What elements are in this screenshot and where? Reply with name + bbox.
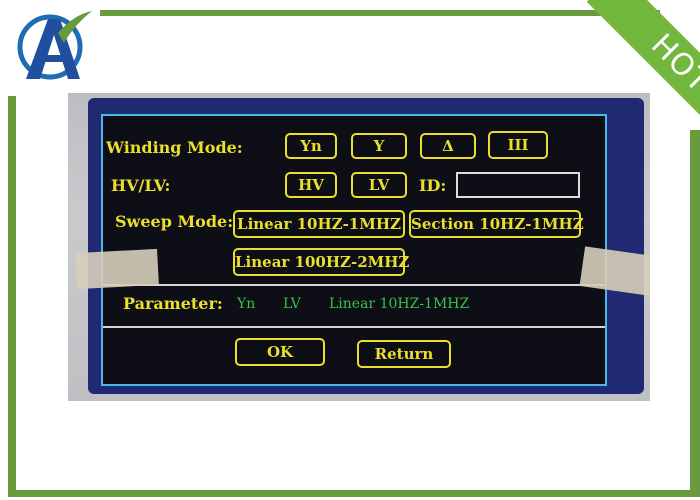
parameter-side-value: LV: [283, 296, 301, 312]
winding-iii-button[interactable]: III: [488, 131, 548, 159]
frame-left-border: [8, 96, 16, 496]
hv-lv-label: HV/LV:: [111, 176, 171, 195]
sweep-mode-label: Sweep Mode:: [115, 212, 234, 231]
parameter-winding-value: Yn: [237, 296, 256, 312]
parameter-label: Parameter:: [123, 294, 223, 313]
parameter-sweep-value: Linear 10HZ-1MHZ: [329, 296, 470, 312]
lv-button[interactable]: LV: [351, 172, 407, 198]
winding-mode-label: Winding Mode:: [106, 138, 243, 157]
id-input[interactable]: [456, 172, 580, 198]
device-photo: Winding Mode: Yn Y Δ III HV/LV: HV LV ID…: [68, 93, 650, 401]
winding-yn-button[interactable]: Yn: [285, 133, 337, 159]
divider-upper: [103, 284, 605, 286]
frame-right-border: [690, 130, 700, 497]
hv-button[interactable]: HV: [285, 172, 337, 198]
sweep-linear-100hz-2mhz-button[interactable]: Linear 100HZ-2MHZ: [233, 248, 409, 276]
winding-delta-button[interactable]: Δ: [420, 133, 476, 159]
a-logo-icon: [12, 5, 94, 87]
sweep-section-10hz-1mhz-button[interactable]: Section 10HZ-1MHZ: [409, 210, 584, 238]
frame-bottom-border: [8, 490, 700, 497]
return-button[interactable]: Return: [357, 340, 451, 368]
divider-lower: [103, 326, 605, 328]
device-screen: Winding Mode: Yn Y Δ III HV/LV: HV LV ID…: [101, 114, 607, 386]
id-label: ID:: [419, 176, 447, 195]
ok-button[interactable]: OK: [235, 338, 325, 366]
tape-strip-left: [75, 248, 159, 290]
winding-y-button[interactable]: Y: [351, 133, 407, 159]
screen-bezel: Winding Mode: Yn Y Δ III HV/LV: HV LV ID…: [88, 98, 644, 394]
sweep-linear-10hz-1mhz-button[interactable]: Linear 10HZ-1MHZ: [233, 210, 405, 238]
